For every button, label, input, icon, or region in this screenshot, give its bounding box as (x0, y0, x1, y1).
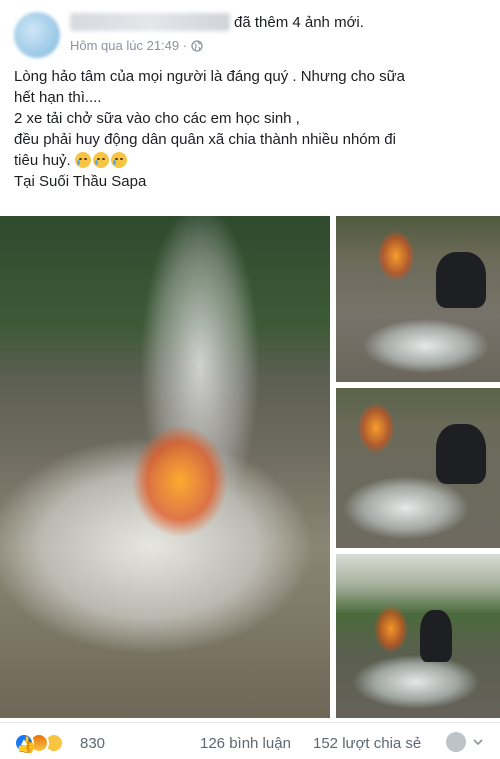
reactions-bar: ▲ 830 126 bình luận 152 lượt chia sẻ (0, 722, 500, 759)
reaction-count[interactable]: 830 (80, 735, 105, 752)
caption-line: đều phải huy động dân quân xã chia thành… (14, 131, 396, 148)
globe-icon[interactable] (191, 39, 203, 52)
caption-line: 2 xe tải chở sữa vào cho các em học sinh… (14, 110, 300, 127)
shares-count[interactable]: 152 lượt chia sẻ (313, 735, 421, 752)
post-meta: Hôm qua lúc 21:49 · (70, 38, 203, 53)
sad-tear-emoji (110, 152, 127, 168)
like-icon: ▲ (14, 733, 34, 753)
caption-line-with-emojis: tiêu huỷ. (14, 150, 486, 171)
sad-tear-emoji (74, 152, 91, 168)
caption-line: Lòng hảo tâm của mọi người là đáng quý .… (14, 68, 406, 85)
added-photos-text: đã thêm 4 ảnh mới. (234, 14, 364, 31)
person-figure (436, 424, 486, 484)
photo-fire-large[interactable] (0, 216, 330, 718)
chevron-down-icon[interactable] (472, 736, 484, 748)
post-header: đã thêm 4 ảnh mới. Hôm qua lúc 21:49 · (14, 10, 486, 60)
reaction-icons[interactable]: ▲ (14, 733, 64, 753)
caption-line: Tại Suối Thầu Sapa (14, 173, 147, 190)
sad-tear-emoji (92, 152, 109, 168)
photo-man-crouching-2[interactable] (336, 388, 500, 548)
comments-count[interactable]: 126 bình luận (200, 735, 291, 752)
person-figure (436, 252, 486, 308)
photo-man-crouching-3[interactable] (336, 554, 500, 718)
photo-grid (0, 216, 500, 718)
post-caption: Lòng hảo tâm của mọi người là đáng quý .… (14, 66, 486, 192)
author-name-blurred[interactable] (70, 13, 230, 31)
photo-man-crouching-1[interactable] (336, 216, 500, 382)
share-icon[interactable] (446, 732, 466, 752)
avatar[interactable] (14, 12, 60, 58)
caption-line: hết hạn thì.... (14, 89, 102, 106)
caption-line-text: tiêu huỷ. (14, 152, 71, 169)
person-figure (420, 610, 452, 662)
post-timestamp[interactable]: Hôm qua lúc 21:49 · (70, 38, 187, 53)
